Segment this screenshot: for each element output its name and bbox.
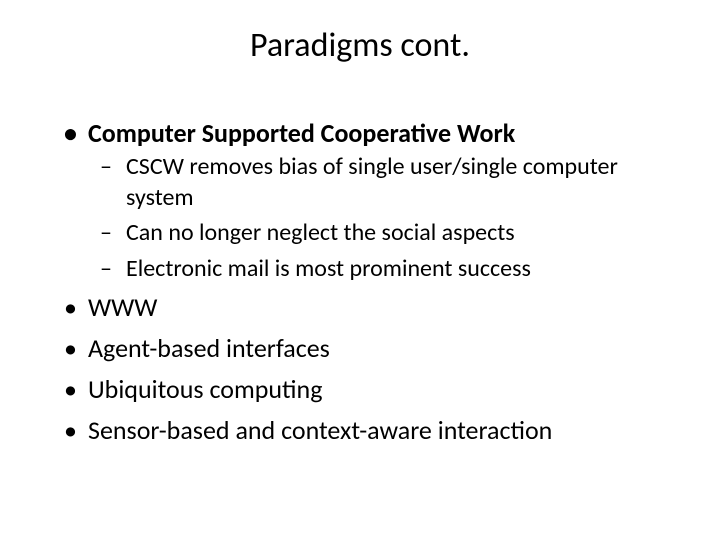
- slide-title: Paradigms cont.: [60, 25, 660, 66]
- list-item: WWW: [88, 290, 660, 325]
- list-item: Ubiquitous computing: [88, 372, 660, 407]
- list-item: Computer Supported Cooperative Work CSCW…: [88, 116, 660, 284]
- list-item: Agent-based interfaces: [88, 331, 660, 366]
- list-item: Sensor-based and context-aware interacti…: [88, 413, 660, 448]
- sub-bullet-list: CSCW removes bias of single user/single …: [88, 151, 660, 284]
- list-item-label: Computer Supported Cooperative Work: [88, 117, 515, 149]
- sub-list-item: Can no longer neglect the social aspects: [126, 217, 660, 248]
- sub-list-item: Electronic mail is most prominent succes…: [126, 253, 660, 284]
- sub-list-item: CSCW removes bias of single user/single …: [126, 151, 660, 213]
- bullet-list: Computer Supported Cooperative Work CSCW…: [60, 116, 660, 448]
